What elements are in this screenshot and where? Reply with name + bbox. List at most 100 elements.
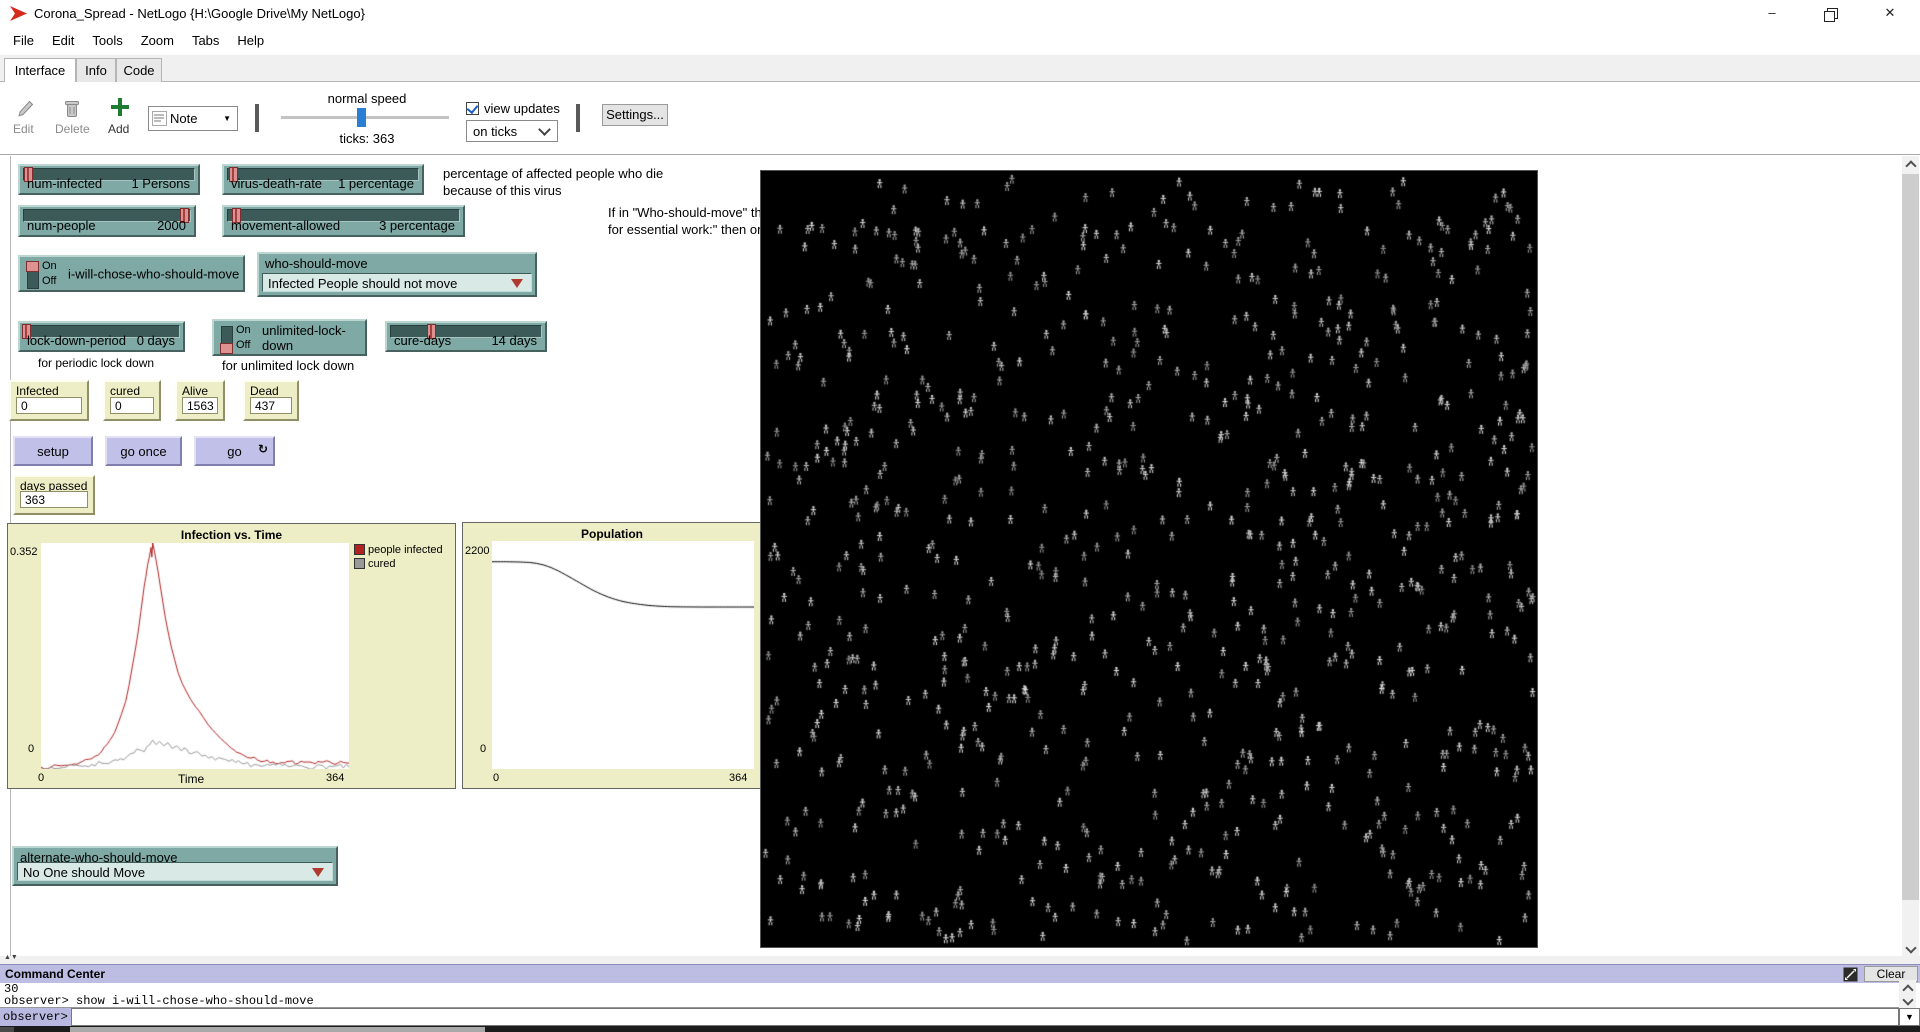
plot-title: Infection vs. Time	[8, 528, 455, 542]
chooser-value: No One should Move	[23, 865, 145, 880]
interface-scrollbar[interactable]	[1902, 156, 1919, 958]
switch-unlimited-lock-down[interactable]: On Off unlimited-lock-down	[212, 319, 367, 356]
menu-edit[interactable]: Edit	[43, 26, 83, 55]
chooser-arrow-icon	[511, 279, 523, 288]
view-updates-checkbox[interactable]	[466, 102, 479, 115]
periodic-lockdown-caption: for periodic lock down	[38, 356, 154, 370]
monitor-cured: cured 0	[103, 380, 161, 421]
y-axis-min-label: 0	[480, 743, 486, 755]
chevron-down-icon	[538, 123, 551, 136]
speed-slider-handle[interactable]	[357, 108, 366, 127]
speed-slider-label: normal speed	[322, 91, 412, 106]
plot-title: Population	[463, 527, 761, 541]
scrollbar-thumb[interactable]	[1902, 174, 1919, 900]
monitor-label: Infected	[16, 384, 59, 398]
command-input[interactable]	[71, 1008, 1899, 1026]
slider-cure-days[interactable]: cure-days 14 days	[385, 321, 547, 352]
switch-onoff-labels: On Off	[42, 259, 57, 289]
chooser-value-box[interactable]: No One should Move	[17, 862, 333, 881]
tab-code[interactable]: Code	[116, 58, 162, 82]
menu-tools[interactable]: Tools	[83, 26, 131, 55]
tab-interface[interactable]: Interface	[4, 58, 76, 83]
chooser-arrow-icon	[312, 868, 324, 877]
scroll-up-button[interactable]	[1902, 156, 1919, 173]
monitor-label: Dead	[250, 384, 279, 398]
restore-button[interactable]	[1802, 0, 1860, 26]
plot-infection-vs-time: Infection vs. Time 0.352 0 0 Time 364 pe…	[7, 523, 456, 789]
menu-help[interactable]: Help	[228, 26, 273, 55]
y-axis-min-label: 0	[28, 743, 34, 755]
switch-i-will-chose-who-should-move[interactable]: On Off i-will-chose-who-should-move	[18, 255, 245, 292]
context-dropdown-button[interactable]: ▼	[1899, 1008, 1920, 1026]
slider-movement-allowed[interactable]: movement-allowed 3 percentage	[222, 205, 465, 237]
infection-plot-canvas	[41, 543, 349, 769]
edit-tool-label[interactable]: Edit	[13, 122, 34, 136]
switch-name: i-will-chose-who-should-move	[68, 266, 239, 281]
close-button[interactable]: ✕	[1861, 0, 1919, 26]
delete-trash-icon[interactable]	[64, 99, 80, 119]
add-tool-label[interactable]: Add	[108, 122, 129, 136]
switch-onoff-labels: On Off	[236, 323, 251, 353]
go-once-button[interactable]: go once	[105, 436, 182, 466]
minimize-button[interactable]: –	[1743, 0, 1801, 26]
command-center-divider[interactable]: ▲▼	[0, 956, 1920, 964]
edit-pencil-icon[interactable]	[17, 100, 34, 119]
switch-track[interactable]	[27, 262, 39, 289]
y-axis-max-label: 2200	[465, 545, 489, 557]
add-plus-icon[interactable]	[110, 97, 130, 117]
delete-tool-label[interactable]: Delete	[55, 122, 90, 136]
menu-zoom[interactable]: Zoom	[132, 26, 183, 55]
view-updates-label: view updates	[484, 101, 560, 116]
chooser-who-should-move[interactable]: who-should-move Infected People should n…	[257, 252, 537, 297]
setup-button[interactable]: setup	[13, 436, 93, 466]
taskbar-edge	[0, 1026, 1920, 1032]
monitor-infected: Infected 0	[9, 380, 89, 421]
slider-value: 0 days	[137, 333, 175, 348]
x-axis-min-label: 0	[38, 772, 44, 784]
chooser-alternate-who-should-move[interactable]: alternate-who-should-move No One should …	[12, 846, 338, 886]
slider-num-people[interactable]: num-people 2000	[18, 205, 196, 237]
interface-toolbar: Edit Delete Add Note ▼ normal speed tick…	[0, 82, 1920, 154]
chevron-down-icon	[1905, 942, 1916, 953]
slider-name: virus-death-rate	[231, 176, 322, 191]
update-mode-dropdown[interactable]: on ticks	[466, 120, 558, 142]
monitor-label: Alive	[182, 384, 208, 398]
slider-name: lock-down-period	[27, 333, 126, 348]
slider-name: num-infected	[27, 176, 102, 191]
chevron-up-icon	[1905, 160, 1916, 171]
menu-tabs[interactable]: Tabs	[183, 26, 228, 55]
divider-resize-icons[interactable]: ▲▼	[4, 954, 18, 961]
monitor-value: 0	[110, 397, 154, 414]
output-scrollbar[interactable]	[1899, 983, 1916, 1008]
expand-icon[interactable]	[1843, 967, 1858, 982]
x-axis-title: Time	[178, 772, 204, 786]
button-label: setup	[37, 444, 69, 459]
dropdown-arrow-icon: ▼	[223, 114, 231, 123]
note-line: percentage of affected people who die	[443, 165, 663, 182]
monitor-dead: Dead 437	[243, 380, 299, 421]
settings-button[interactable]: Settings...	[602, 104, 668, 126]
switch-handle[interactable]	[220, 343, 233, 354]
switch-track[interactable]	[221, 326, 233, 353]
taskbar-segment-light	[70, 1027, 485, 1032]
widget-type-dropdown[interactable]: Note ▼	[148, 106, 238, 131]
x-axis-min-label: 0	[493, 772, 499, 784]
slider-value: 1 Persons	[131, 176, 190, 191]
monitor-value: 437	[250, 397, 292, 414]
restore-icon-back	[1824, 11, 1835, 22]
chooser-value-box[interactable]: Infected People should not move	[262, 273, 532, 292]
observer-prompt-label[interactable]: observer>	[0, 1008, 71, 1026]
legend-swatch-infected	[354, 544, 365, 555]
command-center-output: 30 observer> show i-will-chose-who-shoul…	[0, 983, 1899, 1008]
go-forever-button[interactable]: go ↻	[194, 436, 275, 466]
monitor-value: 1563	[182, 397, 218, 414]
slider-lock-down-period[interactable]: lock-down-period 0 days	[18, 321, 185, 352]
tab-info[interactable]: Info	[76, 58, 116, 82]
forever-icon: ↻	[258, 436, 268, 463]
text-note-icon	[152, 111, 167, 126]
switch-handle[interactable]	[26, 261, 39, 272]
slider-num-infected[interactable]: num-infected 1 Persons	[18, 164, 200, 195]
slider-virus-death-rate[interactable]: virus-death-rate 1 percentage	[222, 164, 424, 195]
menu-file[interactable]: File	[4, 26, 43, 55]
slider-value: 3 percentage	[379, 218, 455, 233]
